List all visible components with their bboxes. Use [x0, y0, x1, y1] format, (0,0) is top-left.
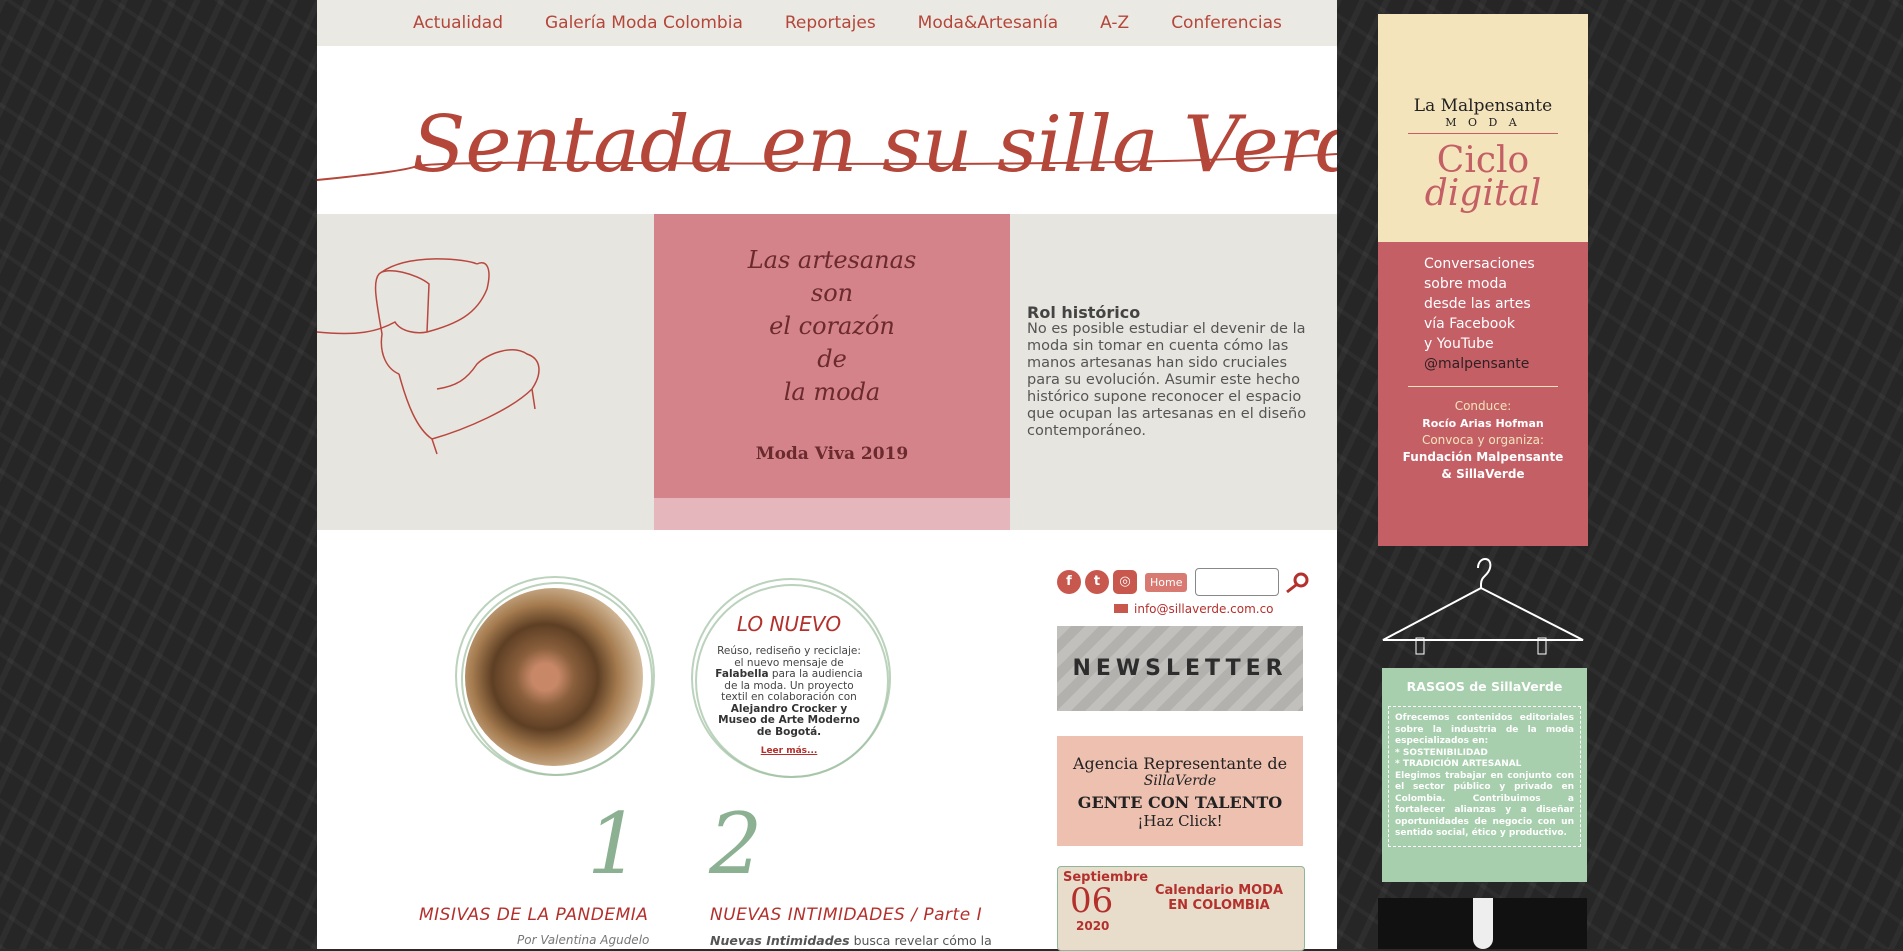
article-number: 1: [587, 795, 641, 893]
bottom-promo-image[interactable]: [1378, 898, 1587, 949]
lo-nuevo-heading: LO NUEVO: [736, 612, 842, 636]
ad-credits: Conduce: Rocío Arias Hofman Convoca y or…: [1402, 399, 1564, 481]
hanger-icon: [1382, 558, 1584, 655]
malpensante-ad[interactable]: La Malpensante M O D A Ciclo digital Con…: [1378, 14, 1588, 546]
home-button[interactable]: Home: [1145, 572, 1188, 592]
article-number: 2: [709, 795, 763, 893]
rasgos-text: Ofrecemos contenidos editoriales sobre l…: [1388, 706, 1581, 847]
nav-a-z[interactable]: A-Z: [1100, 13, 1129, 33]
lo-nuevo-circle: LO NUEVO Reúso, rediseño y reciclaje: el…: [700, 590, 878, 768]
logo-text: Sentada en su silla Verde: [412, 100, 1337, 190]
hero-title: Rol histórico: [1027, 303, 1141, 322]
article-snippet: Nuevas Intimidades busca revelar cómo la: [710, 933, 992, 948]
nav-conferencias[interactable]: Conferencias: [1171, 13, 1282, 33]
instagram-icon[interactable]: ◎: [1113, 570, 1137, 594]
nav-reportajes[interactable]: Reportajes: [785, 13, 876, 33]
nav-actualidad[interactable]: Actualidad: [413, 13, 503, 33]
armchair-illustration: [317, 258, 540, 455]
hero-banner: Las artesanas son el corazón de la moda …: [317, 214, 1337, 530]
search-icon[interactable]: [1283, 570, 1313, 594]
feature-photo-circle[interactable]: [465, 588, 643, 766]
read-more-link[interactable]: Leer más...: [700, 746, 878, 756]
lo-nuevo-body: Reúso, rediseño y reciclaje: el nuevo me…: [715, 645, 863, 738]
main-column: Actualidad Galería Moda Colombia Reporta…: [317, 0, 1337, 951]
agency-banner[interactable]: Agencia Representante de SillaVerde GENT…: [1057, 736, 1303, 846]
email-link[interactable]: info@sillaverde.com.co: [1114, 602, 1274, 616]
hero-body: No es posible estudiar el devenir de la …: [1027, 321, 1307, 439]
hero-quote: Las artesanas son el corazón de la moda: [747, 246, 917, 406]
top-nav: Actualidad Galería Moda Colombia Reporta…: [317, 0, 1337, 46]
calendar-widget[interactable]: Septiembre 06 2020 Calendario MODA EN CO…: [1057, 866, 1305, 951]
newsletter-banner[interactable]: NEWSLETTER: [1057, 626, 1303, 711]
facebook-icon[interactable]: f: [1057, 570, 1081, 594]
rasgos-box: RASGOS de SillaVerde Ofrecemos contenido…: [1382, 668, 1587, 882]
hero-text: Rol histórico No es posible estudiar el …: [1027, 304, 1323, 440]
masthead-logo[interactable]: Sentada en su silla Verde: [317, 46, 1337, 214]
nav-galeria-moda-colombia[interactable]: Galería Moda Colombia: [545, 13, 743, 33]
article-title-link[interactable]: NUEVAS INTIMIDADES / Parte I: [710, 905, 982, 925]
hero-artwork[interactable]: Las artesanas son el corazón de la moda …: [654, 214, 1010, 530]
article-title-link[interactable]: MISIVAS DE LA PANDEMIA: [419, 905, 648, 925]
ad-header: La Malpensante M O D A Ciclo digital: [1378, 14, 1588, 242]
rasgos-heading: RASGOS de SillaVerde: [1406, 679, 1563, 694]
article-byline: Por Valentina Agudelo: [517, 933, 650, 947]
mail-icon: [1114, 604, 1128, 613]
hero-logos-strip: [654, 498, 1010, 530]
nav-moda-artesania[interactable]: Moda&Artesanía: [918, 13, 1058, 33]
social-bar: f t ◎ Home: [1057, 568, 1313, 596]
hero-event: Moda Viva 2019: [755, 444, 909, 464]
ad-description: Conversaciones sobre moda desde las arte…: [1424, 256, 1535, 372]
twitter-icon[interactable]: t: [1085, 570, 1109, 594]
right-column: La Malpensante M O D A Ciclo digital Con…: [1378, 14, 1588, 655]
search-input[interactable]: [1195, 568, 1280, 596]
